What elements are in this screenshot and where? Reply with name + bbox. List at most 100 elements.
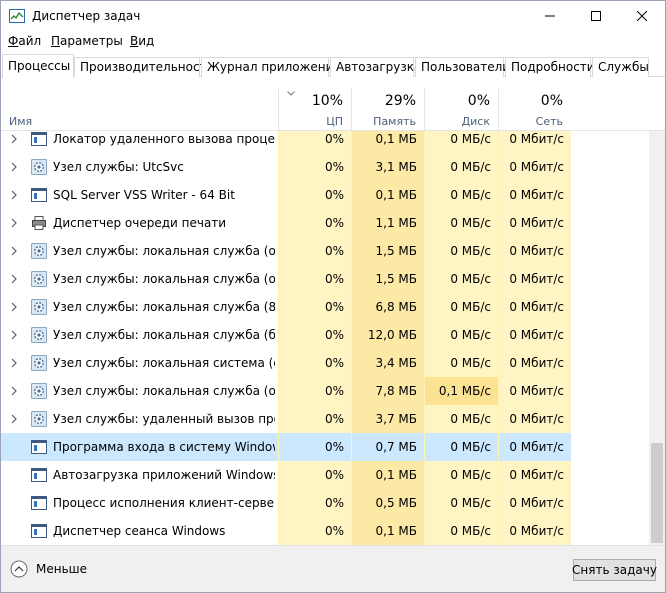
task-manager-window: Диспетчер задач Файл Параметры Вид Проце… (0, 0, 666, 593)
process-row[interactable]: Узел службы: локальная служба (без ...0%… (1, 321, 649, 349)
expand-chevron-right-icon[interactable] (10, 133, 18, 145)
vertical-scrollbar[interactable] (649, 131, 665, 545)
menu-options[interactable]: Параметры (51, 34, 123, 48)
fewer-details-link[interactable]: Меньше (36, 562, 87, 576)
close-button[interactable] (619, 1, 665, 31)
memory-cell: 0,1 МБ (351, 517, 424, 545)
network-cell: 0 Мбит/с (498, 237, 571, 265)
network-cell: 0 Мбит/с (498, 209, 571, 237)
tab-processes[interactable]: Процессы (2, 54, 74, 78)
process-row[interactable]: Узел службы: локальная система (огр...0%… (1, 349, 649, 377)
process-name-cell[interactable]: Узел службы: локальная служба (8) (1, 293, 278, 321)
service-window-icon (31, 188, 47, 202)
tab-startup[interactable]: Автозагрузка (330, 57, 421, 77)
minimize-icon (545, 15, 555, 17)
tab-details[interactable]: Подробности (505, 57, 595, 77)
process-name-cell[interactable]: Автозагрузка приложений Windows (1, 461, 278, 489)
column-header-disk[interactable]: 0% Диск (424, 89, 498, 131)
expand-chevron-right-icon[interactable] (10, 161, 18, 173)
expand-chevron-right-icon[interactable] (10, 189, 18, 201)
cpu-cell: 0% (278, 293, 351, 321)
expand-chevron-right-icon[interactable] (10, 413, 18, 425)
gear-icon (31, 243, 47, 259)
service-window-icon (31, 524, 47, 538)
expand-chevron-right-icon[interactable] (10, 329, 18, 341)
process-name-cell[interactable]: Программа входа в систему Windows (1, 433, 278, 461)
printer-icon (32, 216, 46, 230)
column-header-network[interactable]: 0% Сеть (498, 89, 571, 131)
gear-icon (31, 271, 47, 287)
cpu-cell: 0% (278, 321, 351, 349)
process-name: Процесс исполнения клиент-сервер (53, 496, 275, 510)
process-row[interactable]: Узел службы: UtcSvc 0% 3,1 МБ 0 МБ/с 0 Мбит/… (1, 153, 649, 181)
process-name: Узел службы: удаленный вызов проц... (53, 412, 275, 426)
process-row[interactable]: Узел службы: локальная служба (огр...0%7… (1, 377, 649, 405)
expand-chevron-right-icon[interactable] (10, 273, 18, 285)
memory-cell: 3,7 МБ (351, 405, 424, 433)
disk-cell: 0 МБ/с (424, 461, 498, 489)
process-row[interactable]: Узел службы: локальная служба (огр...0%1… (1, 265, 649, 293)
network-cell: 0 Мбит/с (498, 461, 571, 489)
process-name-cell[interactable]: Узел службы: локальная система (огр... (1, 349, 278, 377)
collapse-chevron-up-icon[interactable] (10, 560, 28, 578)
tab-services[interactable]: Службы (592, 57, 649, 77)
expand-chevron-right-icon[interactable] (10, 385, 18, 397)
column-header-memory[interactable]: 29% Память (351, 89, 424, 131)
process-name-cell[interactable]: Узел службы: локальная служба (огр... (1, 237, 278, 265)
column-header-cpu[interactable]: 10% ЦП (278, 89, 351, 131)
memory-cell: 0,7 МБ (351, 433, 424, 461)
disk-cell: 0 МБ/с (424, 517, 498, 545)
tab-users[interactable]: Пользователи (415, 57, 510, 77)
process-name-cell[interactable]: Локатор удаленного вызова процеду... (1, 131, 278, 153)
task-manager-app-icon (9, 9, 25, 23)
expand-chevron-right-icon[interactable] (10, 301, 18, 313)
menu-file[interactable]: Файл (8, 34, 41, 48)
cpu-cell: 0% (278, 377, 351, 405)
memory-cell: 3,1 МБ (351, 153, 424, 181)
menu-view[interactable]: Вид (130, 34, 154, 48)
process-name-cell[interactable]: Процесс исполнения клиент-сервер (1, 489, 278, 517)
process-row[interactable]: Программа входа в систему Windows 0% 0,7 М… (1, 433, 649, 461)
expand-chevron-right-icon[interactable] (10, 217, 18, 229)
expand-chevron-right-icon[interactable] (10, 357, 18, 369)
minimize-button[interactable] (527, 1, 573, 31)
process-row[interactable]: SQL Server VSS Writer - 64 Bit 0% 0,1 МБ 0 … (1, 181, 649, 209)
network-total-percent: 0% (540, 93, 563, 109)
process-row[interactable]: Автозагрузка приложений Windows 0% 0,1 МБ 0… (1, 461, 649, 489)
process-name-cell[interactable]: Диспетчер сеанса Windows (1, 517, 278, 545)
scrollbar-thumb[interactable] (651, 443, 663, 543)
column-name-label: Имя (9, 115, 33, 128)
memory-cell: 0,1 МБ (351, 181, 424, 209)
network-cell: 0 Мбит/с (498, 377, 571, 405)
disk-cell: 0 МБ/с (424, 405, 498, 433)
process-row[interactable]: Узел службы: локальная служба (огр...0%1… (1, 237, 649, 265)
memory-cell: 12,0 МБ (351, 321, 424, 349)
process-list: Локатор удаленного вызова процеду...0%0,… (1, 131, 649, 545)
memory-cell: 1,5 МБ (351, 237, 424, 265)
column-header-name[interactable]: Имя (1, 89, 295, 131)
process-name-cell[interactable]: SQL Server VSS Writer - 64 Bit (1, 181, 278, 209)
process-name-cell[interactable]: Узел службы: локальная служба (огр... (1, 265, 278, 293)
process-name-cell[interactable]: Узел службы: локальная служба (без ... (1, 321, 278, 349)
process-name-cell[interactable]: Диспетчер очереди печати (1, 209, 278, 237)
memory-cell: 0,5 МБ (351, 489, 424, 517)
process-name-cell[interactable]: Узел службы: локальная служба (огр... (1, 377, 278, 405)
end-task-button[interactable]: Снять задачу (572, 559, 657, 581)
maximize-button[interactable] (573, 1, 619, 31)
process-row[interactable]: Узел службы: удаленный вызов проц...0%3,… (1, 405, 649, 433)
footer-bar: Меньше Снять задачу (1, 545, 665, 592)
process-row[interactable]: Процесс исполнения клиент-сервер 0% 0,5 МБ… (1, 489, 649, 517)
process-row[interactable]: Локатор удаленного вызова процеду...0%0,… (1, 131, 649, 153)
tab-performance[interactable]: Производительность (74, 57, 214, 77)
memory-cell: 1,1 МБ (351, 209, 424, 237)
tab-app-history[interactable]: Журнал приложений (201, 57, 341, 77)
process-name-cell[interactable]: Узел службы: удаленный вызов проц... (1, 405, 278, 433)
network-cell: 0 Мбит/с (498, 349, 571, 377)
expand-chevron-right-icon[interactable] (10, 245, 18, 257)
title-bar[interactable]: Диспетчер задач (1, 1, 665, 31)
process-row[interactable]: Диспетчер очереди печати 0% 1,1 МБ 0 МБ/с 0 … (1, 209, 649, 237)
process-row[interactable]: Узел службы: локальная служба (8) 0% 6,8 М… (1, 293, 649, 321)
process-row[interactable]: Диспетчер сеанса Windows 0% 0,1 МБ 0 МБ/с 0 … (1, 517, 649, 545)
process-name-cell[interactable]: Узел службы: UtcSvc (1, 153, 278, 181)
process-name: Узел службы: локальная служба (огр... (53, 384, 275, 398)
